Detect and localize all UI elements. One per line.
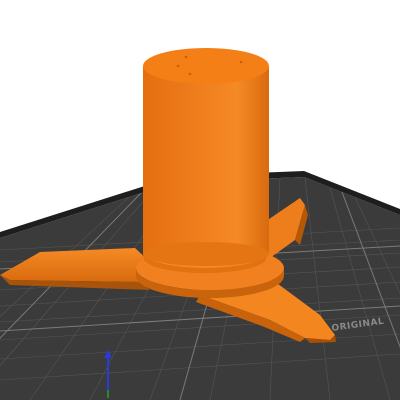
scene-canvas[interactable]: ORIGINAL: [0, 0, 400, 400]
3d-viewport[interactable]: ORIGINAL: [0, 0, 400, 400]
model-cylinder-top: [143, 48, 269, 84]
model-cylinder: [143, 66, 269, 254]
